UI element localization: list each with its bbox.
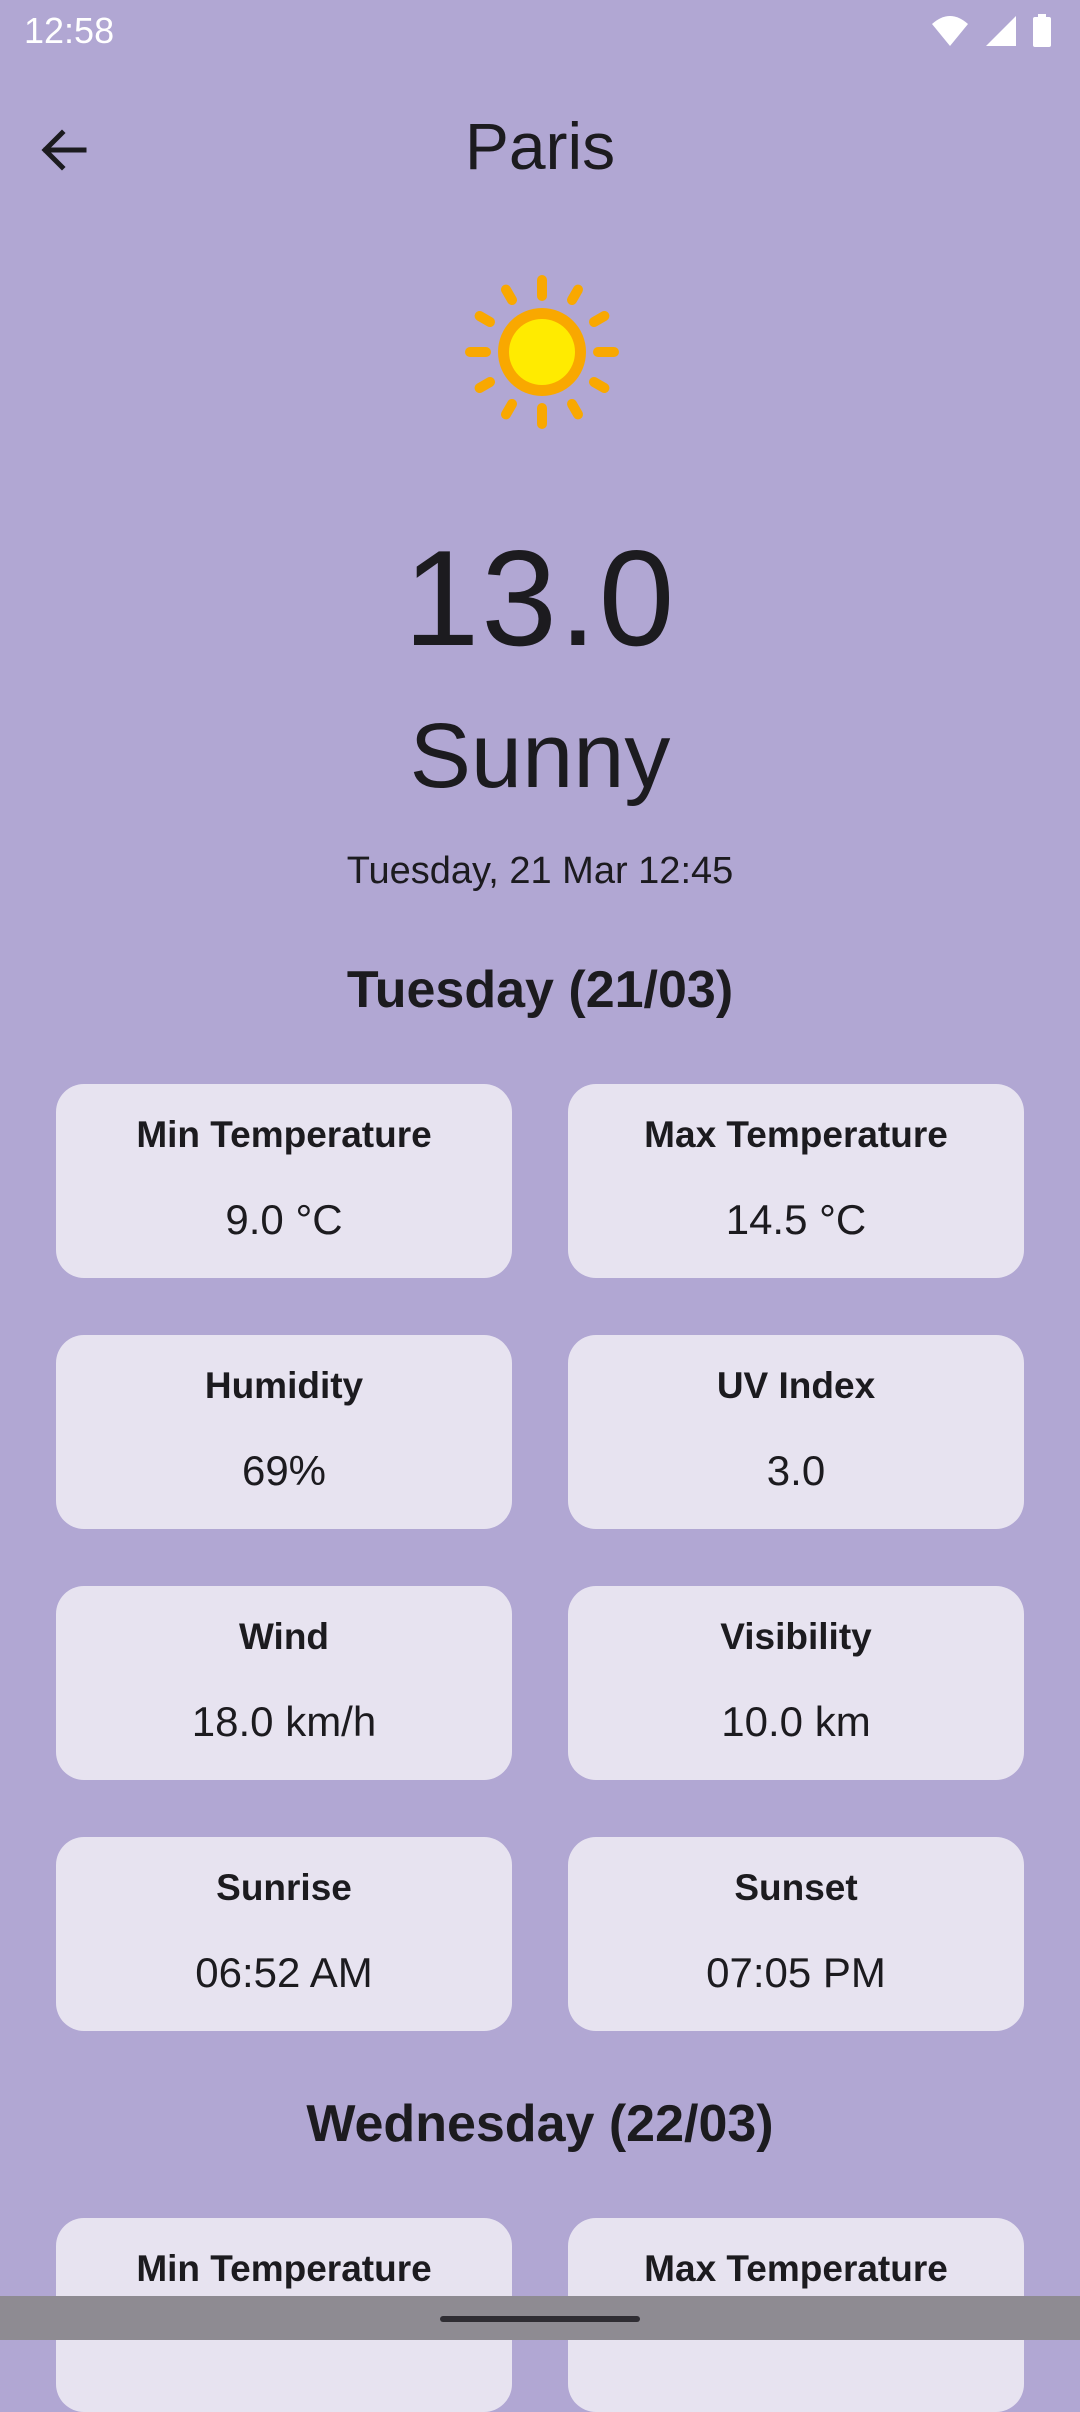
card-label: Min Temperature xyxy=(136,2248,432,2289)
card-value: 06:52 AM xyxy=(195,1949,373,1996)
card-label: Sunrise xyxy=(216,1867,352,1908)
observation-datetime: Tuesday, 21 Mar 12:45 xyxy=(346,850,734,892)
card-value: 10.0 km xyxy=(721,1698,871,1745)
min-temperature-card: Min Temperature 9.0 °C xyxy=(56,1084,512,1278)
sunset-card: Sunset 07:05 PM xyxy=(568,1837,1024,2031)
sunrise-card: Sunrise 06:52 AM xyxy=(56,1837,512,2031)
uv-index-card: UV Index 3.0 xyxy=(568,1335,1024,1529)
card-value: 14.5 °C xyxy=(725,1196,867,1243)
current-temperature: 13.0 xyxy=(403,522,677,674)
card-label: Max Temperature xyxy=(644,1114,948,1155)
card-value: 07:05 PM xyxy=(706,1949,886,1996)
humidity-card: Humidity 69% xyxy=(56,1335,512,1529)
sun-icon xyxy=(465,275,619,429)
max-temperature-card: Max Temperature 14.5 °C xyxy=(568,1084,1024,1278)
card-label: Humidity xyxy=(204,1365,364,1406)
card-label: UV Index xyxy=(716,1365,876,1406)
weather-condition: Sunny xyxy=(409,705,671,807)
card-label: Wind xyxy=(238,1616,330,1657)
status-time: 12:58 xyxy=(24,10,115,51)
day-heading: Wednesday (22/03) xyxy=(306,2095,774,2153)
status-bar: 12:58 xyxy=(0,0,1080,66)
card-label: Max Temperature xyxy=(644,2248,948,2289)
day-heading: Tuesday (21/03) xyxy=(346,961,734,1019)
card-label: Min Temperature xyxy=(136,1114,432,1155)
signal-icon xyxy=(986,16,1016,46)
arrow-left-icon xyxy=(41,129,87,171)
card-label: Sunset xyxy=(734,1867,858,1908)
card-value: 3.0 xyxy=(766,1447,826,1494)
card-value: 18.0 km/h xyxy=(191,1698,377,1745)
wind-card: Wind 18.0 km/h xyxy=(56,1586,512,1780)
card-value: 9.0 °C xyxy=(225,1196,343,1243)
battery-icon xyxy=(1033,14,1051,47)
card-label: Visibility xyxy=(720,1616,872,1657)
back-button[interactable] xyxy=(28,114,100,186)
navigation-bar xyxy=(0,2296,1080,2340)
home-gesture-handle[interactable] xyxy=(440,2316,640,2322)
card-value: 69% xyxy=(241,1447,327,1494)
status-icons xyxy=(930,14,1052,48)
page-title: Paris xyxy=(464,109,616,183)
visibility-card: Visibility 10.0 km xyxy=(568,1586,1024,1780)
app-bar: Paris xyxy=(0,92,1080,208)
wifi-icon xyxy=(932,16,968,46)
